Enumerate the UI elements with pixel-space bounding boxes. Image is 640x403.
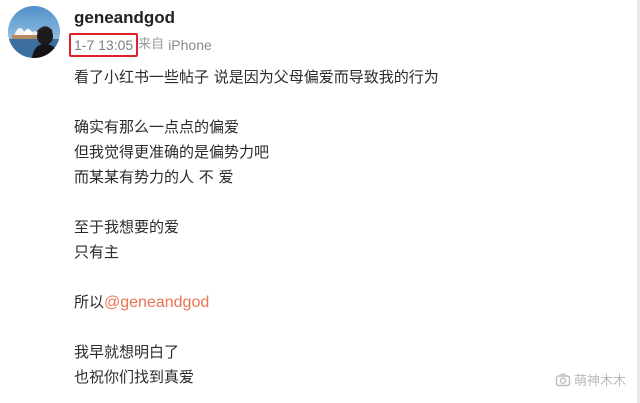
watermark: 萌神木木 xyxy=(555,370,626,389)
content-line: 只有主 xyxy=(74,243,120,261)
weibo-post: geneandgod 1-7 13:05 来自 iPhone 看了小红书一些帖子… xyxy=(0,0,640,403)
watermark-text: 萌神木木 xyxy=(573,374,626,389)
source-device: iPhone xyxy=(168,37,212,53)
content-line: 确实有那么一点点的偏爱 xyxy=(74,118,240,136)
post-content: 看了小红书一些帖子 说是因为父母偏爱而导致我的行为 确实有那么一点点的偏爱 但我… xyxy=(74,65,614,390)
content-line: 至于我想要的爱 xyxy=(74,218,180,236)
source-prefix: 来自 xyxy=(138,37,165,52)
avatar-image xyxy=(8,6,60,58)
content-line: 看了小红书一些帖子 说是因为父母偏爱而导致我的行为 xyxy=(74,68,439,86)
username[interactable]: geneandgod xyxy=(74,7,175,29)
mention-line: 所以@geneandgod xyxy=(74,290,614,315)
timestamp[interactable]: 1-7 13:05 xyxy=(69,33,139,57)
camera-icon xyxy=(555,373,571,386)
content-line: 但我觉得更准确的是偏势力吧 xyxy=(74,143,270,161)
content-line: 也祝你们找到真爱 xyxy=(74,368,195,386)
content-line: 我早就想明白了 xyxy=(74,343,180,361)
user-mention-link[interactable]: @geneandgod xyxy=(104,294,209,311)
avatar[interactable] xyxy=(8,6,60,58)
post-meta: 1-7 13:05 来自 iPhone xyxy=(69,33,212,57)
mention-prefix: 所以 xyxy=(74,293,105,311)
content-line: 而某某有势力的人 不 爱 xyxy=(74,168,234,186)
